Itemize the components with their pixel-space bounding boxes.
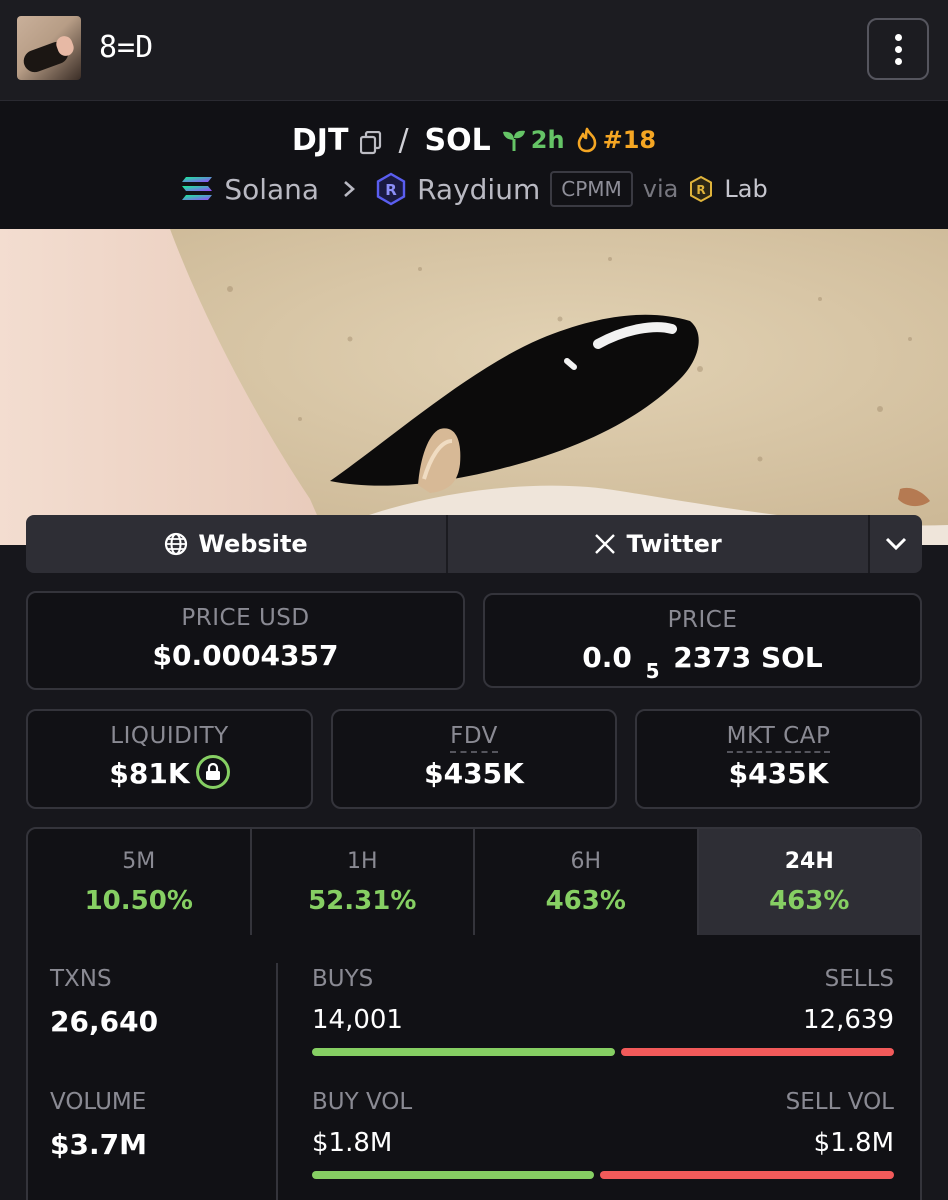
pair-separator: / [398, 122, 409, 158]
menu-dots-icon[interactable] [867, 18, 929, 80]
sell-vol-value: $1.8M [813, 1128, 894, 1158]
fdv-card: FDV $435K [331, 709, 617, 809]
svg-text:R: R [385, 181, 397, 199]
dex-name[interactable]: Raydium [417, 173, 540, 206]
age-value: 2h [530, 126, 565, 154]
tab-24h[interactable]: 24H 463% [698, 829, 920, 935]
sells-label: SELLS [824, 966, 894, 992]
pair-age: 2h [501, 126, 565, 154]
sell-vol-ratio-bar [600, 1171, 894, 1179]
quote-symbol: SOL [424, 122, 491, 158]
fdv-value: $435K [424, 757, 524, 790]
chevron-down-icon [886, 537, 907, 551]
twitter-label: Twitter [626, 530, 722, 558]
trading-stats-panel: TXNS 26,640 BUYS 14,001 SELLS 12,639 VOL… [26, 935, 922, 1200]
txns-value: 26,640 [50, 1005, 159, 1038]
timeframe-tabs: 5M 10.50% 1H 52.31% 6H 463% 24H 463% [26, 827, 922, 937]
token-name: 8=D [99, 30, 154, 65]
buy-vol-label: BUY VOL [312, 1089, 413, 1115]
tab-label: 24H [784, 849, 834, 874]
buy-vol-ratio-bar [312, 1171, 594, 1179]
price-native-prefix: 0.0 [582, 641, 632, 674]
svg-text:R: R [697, 183, 706, 197]
buys-label: BUYS [312, 966, 374, 992]
chain-line: Solana R Raydium CPMM via R Lab [0, 167, 948, 211]
via-label: via [642, 175, 679, 203]
more-links-button[interactable] [870, 515, 922, 573]
price-native-card: PRICE 0.0 5 2373 SOL [483, 593, 922, 688]
tab-change: 10.50% [84, 886, 193, 916]
pool-type-badge: CPMM [550, 171, 633, 207]
flame-icon [577, 127, 596, 153]
chain-name[interactable]: Solana [224, 173, 319, 206]
tab-label: 5M [122, 849, 156, 874]
volume-label: VOLUME [50, 1089, 147, 1115]
lab-icon: R [690, 175, 713, 203]
lock-icon[interactable] [195, 755, 230, 789]
pair-header: DJT / SOL 2h #18 Solana R Raydium CPMM v… [0, 101, 948, 229]
liquidity-card: LIQUIDITY $81K [26, 709, 313, 809]
tab-label: 1H [346, 849, 378, 874]
token-banner-image [0, 229, 948, 545]
x-logo-icon [595, 534, 616, 554]
twitter-button[interactable]: Twitter [448, 515, 871, 573]
rank-value: #18 [602, 126, 657, 154]
liquidity-value-row: $81K [28, 755, 311, 792]
pair-title: DJT / SOL 2h #18 [0, 119, 948, 161]
tab-1h[interactable]: 1H 52.31% [252, 829, 475, 935]
liquidity-label: LIQUIDITY [110, 723, 229, 749]
market-cap-card: MKT CAP $435K [635, 709, 922, 809]
buy-vol-value: $1.8M [312, 1128, 393, 1158]
top-bar: 8=D [0, 0, 948, 101]
tab-change: 52.31% [308, 886, 417, 916]
volume-value: $3.7M [50, 1128, 147, 1161]
chevron-right-icon [344, 181, 356, 197]
tab-label: 6H [570, 849, 602, 874]
buys-value: 14,001 [312, 1005, 403, 1035]
copy-icon[interactable] [360, 128, 382, 155]
market-cap-label[interactable]: MKT CAP [726, 723, 831, 753]
market-cap-value: $435K [728, 757, 829, 790]
website-label: Website [198, 530, 308, 558]
sells-ratio-bar [621, 1048, 894, 1056]
price-native-value: 0.0 5 2373 SOL [485, 641, 920, 683]
trending-rank[interactable]: #18 [575, 126, 657, 154]
base-symbol: DJT [291, 122, 349, 158]
website-button[interactable]: Website [26, 515, 449, 573]
price-native-digits: 2373 [673, 641, 752, 674]
price-native-zero-count: 5 [645, 658, 660, 683]
fdv-label[interactable]: FDV [450, 723, 498, 753]
launchpad-name[interactable]: Lab [724, 175, 767, 203]
raydium-icon: R [376, 172, 406, 206]
globe-icon [165, 532, 188, 556]
social-links-bar: Website Twitter [26, 515, 922, 573]
liquidity-value: $81K [109, 757, 190, 790]
sells-value: 12,639 [803, 1005, 894, 1035]
price-usd-label: PRICE USD [181, 605, 310, 631]
solana-icon [182, 177, 213, 200]
stats-divider [276, 963, 278, 1200]
tab-change: 463% [769, 886, 850, 916]
tab-change: 463% [545, 886, 626, 916]
price-native-unit: SOL [760, 641, 823, 674]
price-usd-card: PRICE USD $0.0004357 [26, 591, 465, 690]
tab-5m[interactable]: 5M 10.50% [28, 829, 252, 935]
tab-6h[interactable]: 6H 463% [475, 829, 699, 935]
seedling-icon [502, 130, 525, 151]
price-usd-value: $0.0004357 [152, 639, 339, 672]
price-native-label: PRICE [667, 607, 738, 633]
sell-vol-label: SELL VOL [785, 1089, 894, 1115]
txns-label: TXNS [50, 966, 112, 992]
token-avatar[interactable] [17, 16, 81, 80]
buys-ratio-bar [312, 1048, 615, 1056]
